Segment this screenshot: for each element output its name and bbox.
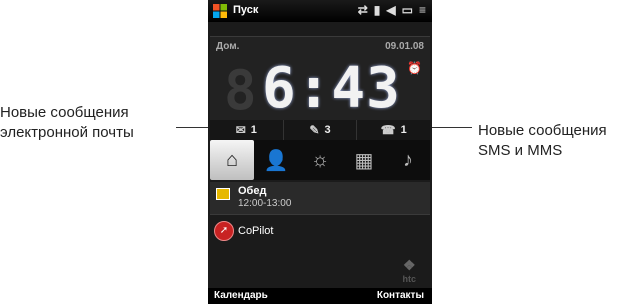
sms-callout-line1: Новые сообщения <box>478 122 607 139</box>
copilot-label[interactable]: CoPilot <box>238 225 273 237</box>
tab-people[interactable]: 👤 <box>254 140 298 180</box>
clock-ghost-digits: 8 <box>224 59 259 122</box>
calendar-item[interactable]: Обед 12:00-13:00 <box>210 182 430 215</box>
apps-icon: ▦ <box>354 149 374 172</box>
date-label: 09.01.08 <box>385 41 424 52</box>
status-bar: Пуск ⇄ ▮ ◀ ▭ ≡ <box>208 0 432 22</box>
appointment-time: 12:00-13:00 <box>238 198 292 209</box>
volume-icon[interactable]: ◀ <box>386 3 395 17</box>
app-launcher-area: ➚ CoPilot ❖ htc <box>210 215 430 290</box>
home-icon: ⌂ <box>225 148 239 171</box>
tab-programs[interactable]: ▦ <box>342 140 386 180</box>
tab-weather[interactable]: ☼ <box>298 140 342 180</box>
tab-home[interactable]: ⌂ <box>210 140 254 180</box>
softkey-bar: Календарь Контакты <box>208 288 432 304</box>
tab-music[interactable]: ♪ <box>386 140 430 180</box>
missed-calls-notification[interactable]: ☎ 1 <box>357 120 430 140</box>
signal-icon[interactable]: ▮ <box>374 3 381 17</box>
device-screen: Пуск ⇄ ▮ ◀ ▭ ≡ Дом. 09.01.08 8 6:43 ⏰ ✉ … <box>208 0 432 304</box>
people-icon: 👤 <box>263 149 289 172</box>
contacts-softkey[interactable]: Контакты <box>377 290 424 301</box>
home-label: Дом. <box>216 41 240 52</box>
sms-icon: ✎ <box>309 123 320 137</box>
email-icon: ✉ <box>235 123 246 137</box>
windows-start-icon[interactable] <box>212 3 228 19</box>
music-phone-icon: ♪ <box>403 148 413 171</box>
sms-count: 3 <box>324 124 331 136</box>
alarm-icon: ⏰ <box>407 61 422 75</box>
weather-icon: ☼ <box>310 148 330 171</box>
sms-notification[interactable]: ✎ 3 <box>284 120 358 140</box>
htc-logo: ❖ htc <box>402 257 417 284</box>
appointment-title: Обед <box>238 185 267 197</box>
clock-panel[interactable]: Дом. 09.01.08 8 6:43 ⏰ <box>210 36 430 122</box>
calendar-icon <box>216 188 230 200</box>
sms-callout-line2: SMS и MMS <box>478 142 563 159</box>
email-notification[interactable]: ✉ 1 <box>210 120 284 140</box>
htc-brand-text: htc <box>402 274 417 284</box>
email-count: 1 <box>250 124 257 136</box>
email-callout-line1: Новые сообщения <box>0 104 129 121</box>
email-callout-line2: электронной почты <box>0 124 134 141</box>
menu-icon[interactable]: ≡ <box>419 3 426 17</box>
copilot-icon[interactable]: ➚ <box>214 221 234 241</box>
phone-icon: ☎ <box>380 123 396 137</box>
notifications-row: ✉ 1 ✎ 3 ☎ 1 <box>210 120 430 140</box>
calendar-softkey[interactable]: Календарь <box>214 290 268 301</box>
missed-calls-count: 1 <box>400 124 407 136</box>
sms-callout: Новые сообщения SMS и MMS <box>478 121 628 161</box>
email-callout: Новые сообщения электронной почты <box>0 103 176 143</box>
start-menu-title[interactable]: Пуск <box>233 4 258 16</box>
clock-time: 6:43 <box>262 56 401 121</box>
touchflo-tabs: ⌂ 👤 ☼ ▦ ♪ <box>210 140 430 180</box>
battery-icon[interactable]: ▭ <box>402 3 413 17</box>
sync-icon[interactable]: ⇄ <box>358 3 368 17</box>
